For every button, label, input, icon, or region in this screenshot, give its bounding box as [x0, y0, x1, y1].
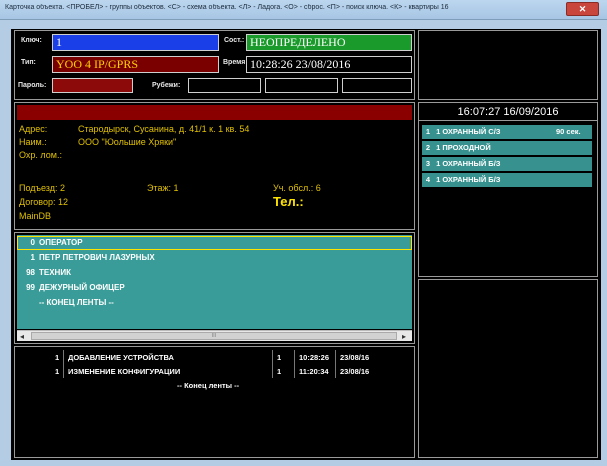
contacts-panel: 0 ОПЕРАТОР 1 ПЕТР ПЕТРОВИЧ ЛАЗУРНЫХ 98 ТЕХН…	[14, 232, 415, 344]
key-field[interactable]: 1	[52, 34, 219, 51]
log-row-time: 10:28:26	[299, 353, 330, 362]
right-top-panel	[418, 30, 598, 100]
name-value: ООО "Юольшие Хряки"	[78, 137, 177, 147]
address-value: Стародырск, Сусанина, д. 41/1 к. 1 кв. 5…	[78, 124, 250, 134]
contact-row[interactable]: 1 ПЕТР ПЕТРОВИЧ ЛАЗУРНЫХ	[17, 251, 412, 265]
object-header-panel: Ключ: 1 Сост.: НЕОПРЕДЕЛЕНО Тип: YOO 4 I…	[14, 30, 415, 100]
type-field: YOO 4 IP/GPRS	[52, 56, 219, 73]
key-label: Ключ:	[21, 37, 42, 44]
log-end-marker: -- Конец ленты --	[177, 381, 240, 390]
frontier-label: Рубежи:	[152, 82, 181, 89]
frontier-cell-3	[342, 78, 412, 93]
contact-number: 99	[26, 283, 35, 292]
address-label: Адрес:	[19, 124, 48, 134]
log-row-date: 23/08/16	[340, 367, 370, 376]
zone-label: 1 ОХРАННЫЙ Б/З	[436, 175, 501, 184]
contact-row[interactable]: 99 ДЕЖУРНЫЙ ОФИЦЕР	[17, 281, 412, 295]
password-label: Пароль:	[18, 82, 47, 89]
clock-display: 16:07:27 16/09/2016	[419, 104, 597, 121]
frontier-cell-2	[265, 78, 338, 93]
log-row-number: 1	[55, 353, 60, 362]
scroll-right-icon[interactable]: ▸	[402, 331, 406, 342]
log-row-number: 1	[55, 367, 60, 376]
name-label: Наим.:	[19, 137, 47, 147]
contact-name: ДЕЖУРНЫЙ ОФИЦЕР	[39, 283, 125, 292]
zone-item[interactable]: 2 1 ПРОХОДНОЙ	[422, 141, 592, 155]
password-field[interactable]	[52, 78, 133, 93]
zone-index: 1	[425, 127, 431, 136]
contact-row[interactable]: 98 ТЕХНИК	[17, 266, 412, 280]
zone-label: 1 ОХРАННЫЙ Б/З	[436, 159, 501, 168]
zone-index: 2	[425, 143, 431, 152]
contact-row[interactable]: 0 ОПЕРАТОР	[17, 236, 412, 250]
zone-label: 1 ОХРАННЫЙ С/З	[436, 127, 501, 136]
section-value: Уч. обсл.: 6	[273, 183, 321, 193]
log-row-time: 11:20:34	[299, 367, 329, 376]
contact-name: ОПЕРАТОР	[39, 238, 83, 247]
log-row-event: ИЗМЕНЕНИЕ КОНФИГУРАЦИИ	[68, 367, 181, 376]
contact-list-end: -- КОНЕЦ ЛЕНТЫ --	[17, 296, 412, 310]
scroll-thumb[interactable]: III	[31, 332, 397, 340]
contact-number: 98	[26, 268, 35, 277]
entrance-value: Подъезд: 2	[19, 183, 65, 193]
window-titlebar: Карточка объекта. <ПРОБЕЛ> - группы объе…	[0, 0, 607, 20]
horizontal-scrollbar[interactable]: ◂ III ▸	[17, 330, 412, 341]
zone-index: 4	[425, 175, 431, 184]
event-log-panel: 1 ДОБАВЛЕНИЕ УСТРОЙСТВА 1 10:28:26 23/08…	[14, 346, 415, 458]
info-header-bar	[17, 105, 412, 120]
right-bottom-panel	[418, 279, 598, 458]
state-field: НЕОПРЕДЕЛЕНО	[246, 34, 412, 51]
log-row-code: 1	[277, 367, 282, 376]
phone-label: Тел.:	[273, 194, 304, 209]
floor-value: Этаж: 1	[147, 183, 179, 193]
state-label: Сост.:	[224, 37, 245, 44]
contact-name: ТЕХНИК	[39, 268, 71, 277]
contact-name: -- КОНЕЦ ЛЕНТЫ --	[39, 298, 114, 307]
maindb-label: MainDB	[19, 211, 52, 221]
zone-index: 3	[425, 159, 431, 168]
window-title: Карточка объекта. <ПРОБЕЛ> - группы объе…	[5, 4, 449, 11]
contacts-list: 0 ОПЕРАТОР 1 ПЕТР ПЕТРОВИЧ ЛАЗУРНЫХ 98 ТЕХН…	[17, 235, 412, 329]
log-column-divider	[294, 350, 295, 378]
object-info-panel: Адрес: Стародырск, Сусанина, д. 41/1 к. …	[14, 102, 415, 230]
log-row-date: 23/08/16	[340, 353, 370, 362]
zone-item[interactable]: 4 1 ОХРАННЫЙ Б/З	[422, 173, 592, 187]
zone-item[interactable]: 1 1 ОХРАННЫЙ С/З 90 сек.	[422, 125, 592, 139]
time-field: 10:28:26 23/08/2016	[246, 56, 412, 73]
contact-name: ПЕТР ПЕТРОВИЧ ЛАЗУРНЫХ	[39, 253, 155, 262]
time-label: Время:	[223, 59, 248, 66]
close-button[interactable]: ✕	[566, 2, 599, 16]
guard-label: Охр. лом.:	[19, 150, 62, 160]
zone-item[interactable]: 3 1 ОХРАННЫЙ Б/З	[422, 157, 592, 171]
contact-number: 1	[30, 253, 35, 262]
right-status-panel: 16:07:27 16/09/2016 1 1 ОХРАННЫЙ С/З 90 …	[418, 102, 598, 277]
log-column-divider	[335, 350, 336, 378]
zone-label: 1 ПРОХОДНОЙ	[436, 143, 491, 152]
log-column-divider	[63, 350, 64, 378]
log-column-divider	[272, 350, 273, 378]
frontier-cell-1	[188, 78, 261, 93]
contract-value: Договор: 12	[19, 197, 68, 207]
log-row-code: 1	[277, 353, 282, 362]
type-label: Тип:	[21, 59, 36, 66]
zone-extra: 90 сек.	[556, 127, 581, 136]
scroll-left-icon[interactable]: ◂	[20, 331, 24, 342]
scroll-grip: III	[211, 333, 217, 339]
log-row-event: ДОБАВЛЕНИЕ УСТРОЙСТВА	[68, 353, 174, 362]
contact-number: 0	[30, 238, 35, 247]
